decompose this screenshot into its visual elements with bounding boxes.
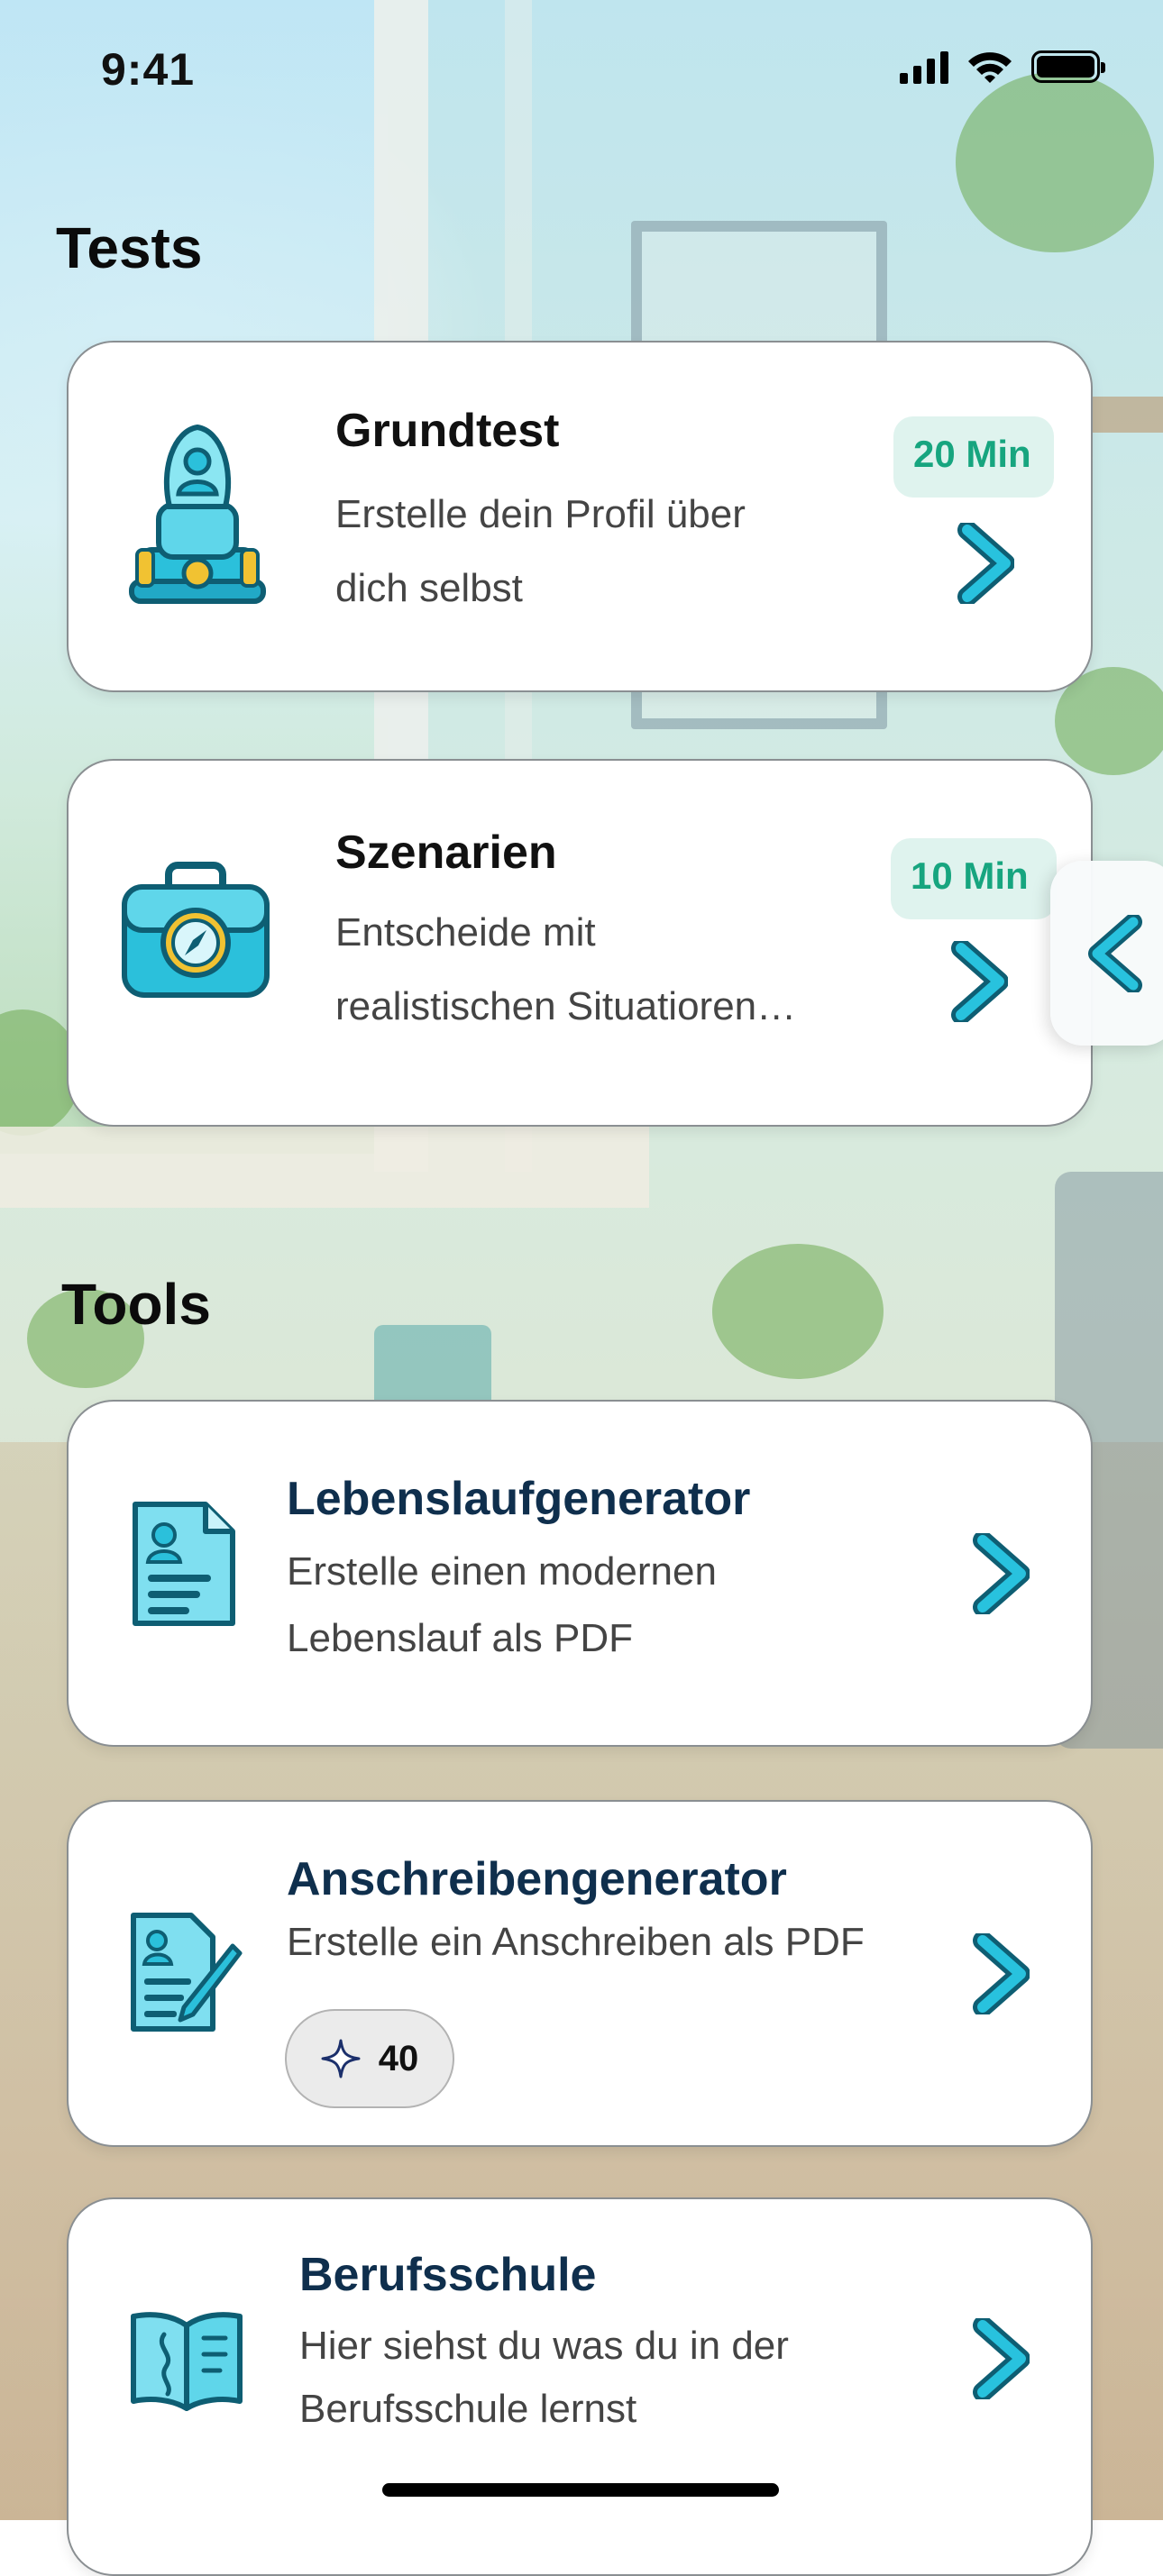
cellular-signal-icon xyxy=(900,50,948,84)
card-description: Erstelle dein Profil über dich selbst xyxy=(335,478,746,626)
card-description: Erstelle ein Anschreiben als PDF xyxy=(287,1920,865,1964)
description-line: Lebenslauf als PDF xyxy=(287,1616,633,1660)
test-card-szenarien[interactable]: Szenarien Entscheide mit realistischen S… xyxy=(67,759,1093,1127)
profile-podium-icon xyxy=(129,424,266,604)
tools-heading: Tools xyxy=(61,1272,211,1337)
chevron-right-icon xyxy=(973,1533,1030,1614)
description-line: Entscheide mit xyxy=(335,910,596,955)
card-title: Anschreibengenerator xyxy=(287,1853,787,1905)
open-book-icon xyxy=(131,2312,243,2411)
card-description: Entscheide mit realistischen Situatioren… xyxy=(335,896,796,1044)
status-bar: 9:41 xyxy=(0,0,1163,135)
description-line: Erstelle dein Profil über xyxy=(335,492,746,536)
battery-icon xyxy=(1031,50,1105,83)
description-line: Hier siehst du was du in der xyxy=(299,2324,789,2368)
duration-badge: 10 Min xyxy=(891,838,1057,919)
credits-pill: 40 xyxy=(285,2009,454,2108)
status-icons xyxy=(900,49,1105,85)
credits-count: 40 xyxy=(378,2038,419,2078)
test-card-grundtest[interactable]: Grundtest Erstelle dein Profil über dich… xyxy=(67,341,1093,692)
chevron-right-icon xyxy=(973,1933,1030,2014)
briefcase-compass-icon xyxy=(122,862,270,998)
status-time: 9:41 xyxy=(101,44,196,95)
chevron-right-icon xyxy=(973,2318,1030,2399)
duration-badge: 20 Min xyxy=(893,416,1054,498)
home-indicator[interactable] xyxy=(382,2483,779,2497)
tool-card-lebenslaufgenerator[interactable]: Lebenslaufgenerator Erstelle einen moder… xyxy=(67,1400,1093,1747)
resume-document-icon xyxy=(133,1502,235,1626)
chevron-left-icon xyxy=(1088,915,1142,992)
tests-heading: Tests xyxy=(56,215,203,280)
chevron-right-icon xyxy=(957,523,1014,604)
description-line: dich selbst xyxy=(335,566,523,610)
tool-card-anschreibengenerator[interactable]: Anschreibengenerator Erstelle ein Anschr… xyxy=(67,1800,1093,2147)
card-title: Berufsschule xyxy=(299,2249,597,2301)
chevron-right-icon xyxy=(951,941,1008,1022)
wifi-icon xyxy=(968,52,1012,83)
tool-card-berufsschule[interactable]: Berufsschule Hier siehst du was du in de… xyxy=(67,2197,1093,2576)
description-line: realistischen Situatioren… xyxy=(335,984,797,1028)
description-line: Berufsschule lernst xyxy=(299,2387,637,2431)
card-description: Erstelle einen modernen Lebenslauf als P… xyxy=(287,1539,717,1672)
card-title: Szenarien xyxy=(335,827,557,879)
description-line: Erstelle einen modernen xyxy=(287,1549,717,1594)
card-title: Lebenslaufgenerator xyxy=(287,1473,751,1525)
card-description: Hier siehst du was du in der Berufsschul… xyxy=(299,2315,789,2441)
cover-letter-pen-icon xyxy=(131,1913,243,2032)
sparkle-icon xyxy=(321,2039,361,2078)
side-panel-toggle[interactable] xyxy=(1050,861,1163,1046)
card-title: Grundtest xyxy=(335,405,560,457)
